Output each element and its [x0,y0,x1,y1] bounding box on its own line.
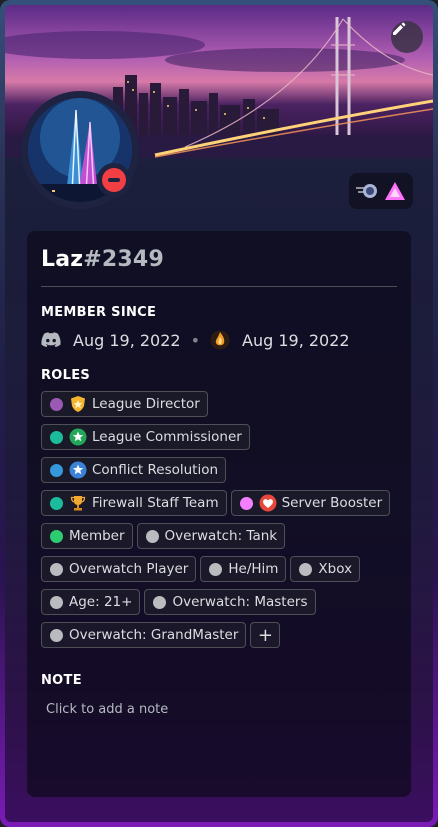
role-color-dot[interactable] [50,430,63,444]
role-pill[interactable]: Overwatch: GrandMaster [41,622,247,648]
roles-list: League Director League Commissioner Conf… [41,391,391,651]
status-indicator [97,163,131,197]
role-pill[interactable]: League Commissioner [41,424,250,450]
role-label: Member [69,528,125,544]
profile-card: Laz#2349 MEMBER SINCE Aug 19, 2022 • Aug… [0,0,438,827]
nitro-triangle-badge-icon[interactable] [384,181,406,201]
role-pill[interactable]: Xbox [290,556,361,582]
discord-join-date: Aug 19, 2022 [73,330,181,350]
member-since-row: Aug 19, 2022 • Aug 19, 2022 [41,328,397,352]
role-pill[interactable]: He/Him [200,556,287,582]
role-color-dot[interactable] [239,496,253,510]
roles-heading: ROLES [41,368,91,383]
role-color-dot[interactable] [50,529,63,543]
note-input[interactable]: Click to add a note [46,702,397,717]
role-pill[interactable]: Overwatch: Masters [144,589,316,615]
member-since-heading: MEMBER SINCE [41,305,157,320]
star-badge-icon [69,461,87,479]
role-color-dot[interactable] [50,496,63,510]
discord-logo-icon [41,332,61,348]
role-color-dot[interactable] [209,562,223,576]
role-pill[interactable]: Overwatch Player [41,556,197,582]
role-color-dot[interactable] [145,529,159,543]
role-label: League Director [92,396,200,412]
username[interactable]: Laz#2349 [41,247,397,272]
role-pill[interactable]: Age: 21+ [41,589,141,615]
role-pill[interactable]: League Director [41,391,208,417]
role-label: Overwatch: GrandMaster [69,627,239,643]
role-color-dot[interactable] [153,595,167,609]
role-color-dot[interactable] [50,595,63,609]
role-color-dot[interactable] [50,397,63,411]
trophy-icon [69,494,87,512]
username-name: Laz [41,247,84,272]
role-label: Overwatch: Tank [164,528,278,544]
note-heading: NOTE [41,673,82,688]
role-label: Xbox [318,561,353,577]
role-pill[interactable]: Conflict Resolution [41,457,227,483]
role-color-dot[interactable] [299,562,313,576]
role-pill[interactable]: Firewall Staff Team [41,490,227,516]
edit-profile-button[interactable] [391,21,423,53]
shield-icon [69,395,87,413]
heart-icon [259,494,277,512]
star-badge-icon [69,428,87,446]
role-label: Age: 21+ [69,594,133,610]
role-pill[interactable]: Server Booster [230,490,391,516]
role-label: Overwatch: Masters [172,594,308,610]
add-role-button[interactable]: + [250,622,281,648]
server-icon [210,330,230,350]
hypesquad-speed-badge-icon[interactable] [356,182,378,200]
role-label: Conflict Resolution [92,462,219,478]
username-discriminator: #2349 [83,247,164,272]
role-label: League Commissioner [92,429,242,445]
role-label: Overwatch Player [69,561,189,577]
pencil-icon [393,22,406,35]
role-pill[interactable]: Overwatch: Tank [136,523,286,549]
role-pill[interactable]: Member [41,523,133,549]
role-color-dot[interactable] [50,628,63,642]
divider [41,286,397,287]
role-color-dot[interactable] [50,562,63,576]
do-not-disturb-icon [102,168,126,192]
profile-badges [349,173,413,209]
role-label: Server Booster [281,495,383,511]
role-label: He/Him [228,561,279,577]
server-join-date: Aug 19, 2022 [242,330,350,350]
profile-details-panel: Laz#2349 MEMBER SINCE Aug 19, 2022 • Aug… [27,231,411,797]
role-label: Firewall Staff Team [92,495,219,511]
separator-dot: • [190,330,201,350]
role-color-dot[interactable] [50,463,63,477]
profile-card-inner: Laz#2349 MEMBER SINCE Aug 19, 2022 • Aug… [5,5,433,822]
